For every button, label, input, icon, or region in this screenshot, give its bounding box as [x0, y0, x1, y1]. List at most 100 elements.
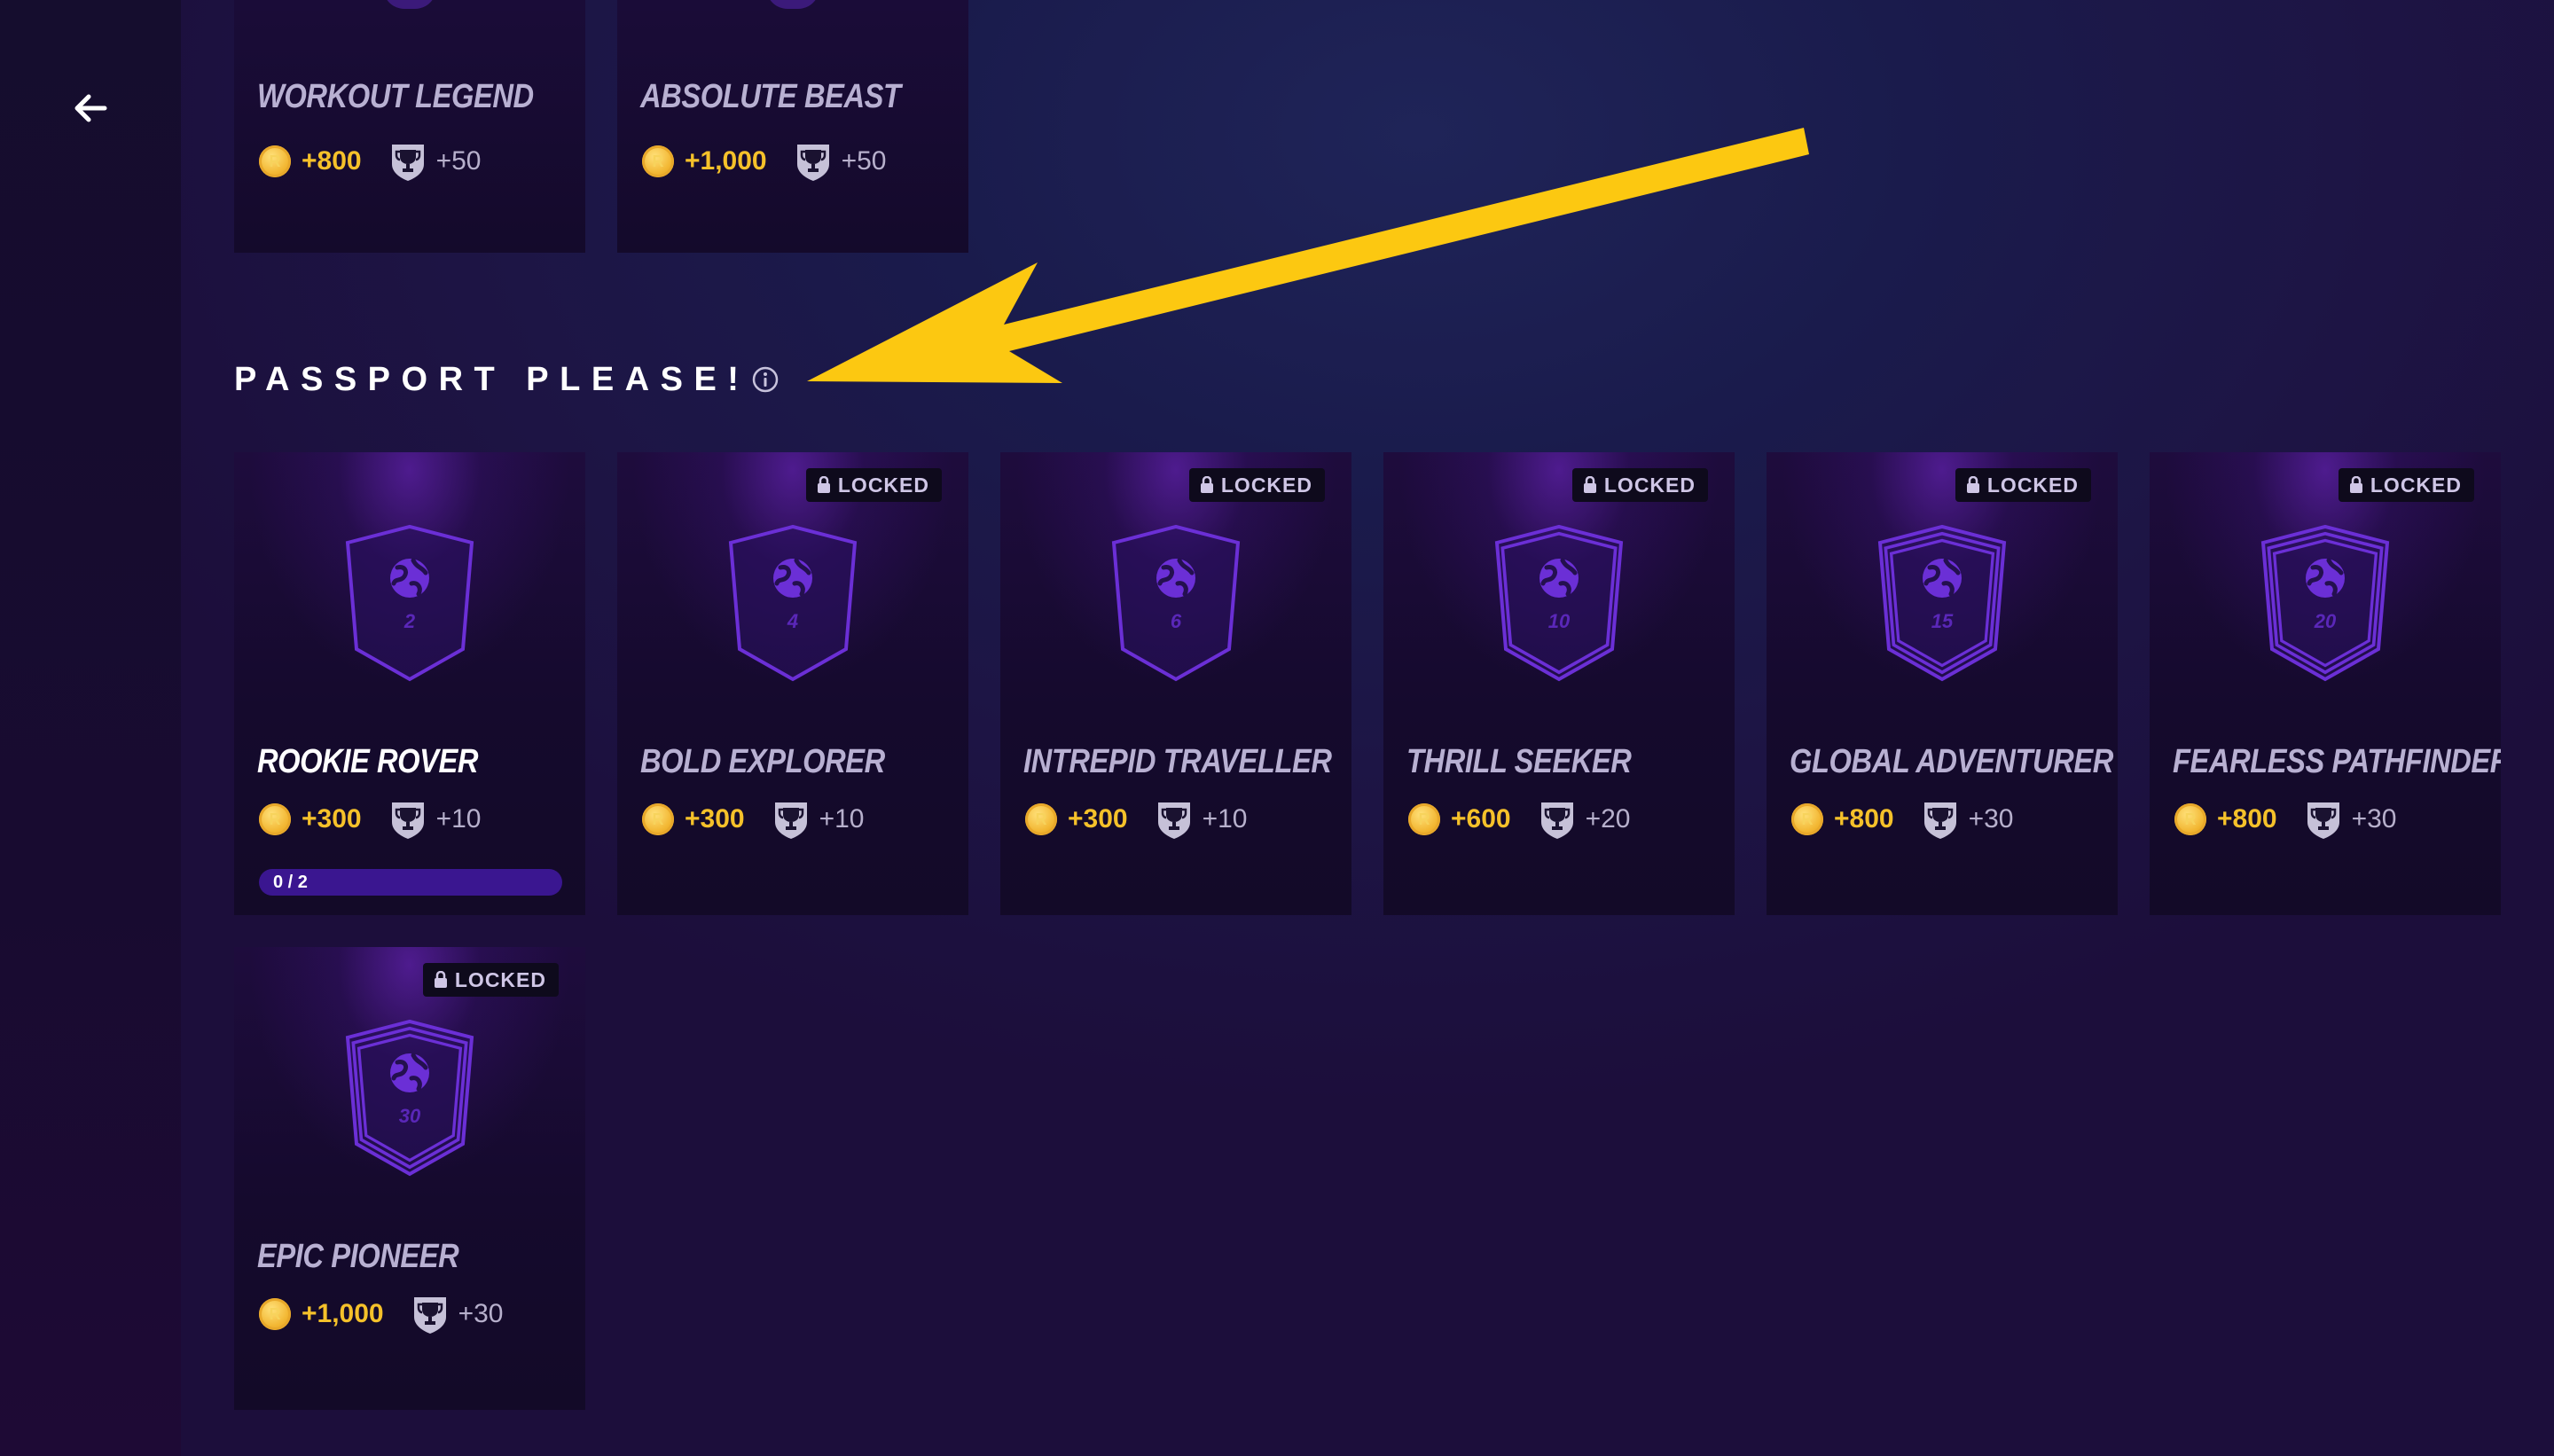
- coin-icon: R: [259, 803, 291, 835]
- coin-reward: +800: [1834, 804, 1894, 834]
- rewards: R +800 +50: [259, 140, 481, 183]
- locked-label: LOCKED: [837, 473, 929, 497]
- achievement-title: EPIC PIONEER: [257, 1238, 459, 1275]
- coin-reward: +800: [2217, 804, 2277, 834]
- locked-badge: LOCKED: [1188, 468, 1325, 502]
- coin-reward: +1,000: [685, 146, 767, 176]
- coin-reward: +300: [685, 804, 745, 834]
- locked-label: LOCKED: [1986, 473, 2079, 497]
- progress-label: 0 / 2: [273, 872, 308, 892]
- achievement-card[interactable]: 2 ROOKIE ROVER R +300 +10 0 / 2: [234, 452, 585, 915]
- achievement-card[interactable]: 20 LOCKED FEARLESS PATHFINDER R +800 +30: [2150, 452, 2501, 915]
- achievement-card[interactable]: ABSOLUTE BEAST R +1,000 +50: [617, 0, 968, 253]
- svg-text:4: 4: [787, 610, 798, 632]
- trophy-shield-icon: [1157, 802, 1190, 839]
- trophy-shield-icon: [774, 802, 807, 839]
- globe-icon: [390, 1053, 429, 1092]
- achievement-title: ABSOLUTE BEAST: [640, 78, 901, 115]
- coin-icon: R: [1791, 803, 1823, 835]
- locked-badge: LOCKED: [2338, 468, 2474, 502]
- trophy-reward: +50: [841, 146, 887, 176]
- globe-shield-badge-icon: 10: [1494, 524, 1624, 682]
- coin-icon: R: [642, 803, 674, 835]
- coin-reward: +800: [302, 146, 362, 176]
- globe-shield-badge-icon: 20: [2260, 524, 2390, 682]
- achievement-title: FEARLESS PATHFINDER: [2173, 743, 2501, 780]
- achievement-card[interactable]: 30 LOCKED EPIC PIONEER R +1,000 +30: [234, 947, 585, 1410]
- trophy-reward: +30: [458, 1299, 504, 1328]
- lock-icon: [1200, 476, 1213, 493]
- trophy-shield-icon: [796, 145, 829, 181]
- svg-text:15: 15: [1931, 610, 1954, 632]
- globe-icon: [390, 558, 429, 598]
- lock-icon: [1583, 476, 1596, 493]
- trophy-reward: +10: [819, 804, 865, 834]
- badge-icon: [766, 0, 819, 9]
- achievement-title: BOLD EXPLORER: [640, 743, 885, 780]
- locked-label: LOCKED: [454, 967, 546, 991]
- locked-label: LOCKED: [1603, 473, 1696, 497]
- trophy-shield-icon: [413, 1297, 446, 1334]
- locked-label: LOCKED: [2370, 473, 2462, 497]
- achievement-card[interactable]: 15 LOCKED GLOBAL ADVENTURER R +800 +30: [1767, 452, 2118, 915]
- rewards: R +600 +20: [1408, 798, 1630, 841]
- rewards: R +1,000 +50: [642, 140, 886, 183]
- coin-reward: +600: [1451, 804, 1511, 834]
- rewards: R +300 +10: [259, 798, 481, 841]
- locked-badge: LOCKED: [422, 963, 559, 997]
- back-button[interactable]: [64, 82, 117, 135]
- svg-text:10: 10: [1548, 610, 1571, 632]
- coin-icon: R: [259, 145, 291, 177]
- trophy-shield-icon: [1540, 802, 1573, 839]
- trophy-reward: +30: [1968, 804, 2014, 834]
- coin-icon: R: [642, 145, 674, 177]
- locked-badge: LOCKED: [1571, 468, 1708, 502]
- lock-icon: [1966, 476, 1979, 493]
- lock-icon: [434, 971, 447, 988]
- coin-icon: R: [2174, 803, 2206, 835]
- badge-icon: [383, 0, 436, 9]
- coin-icon: R: [1408, 803, 1440, 835]
- trophy-reward: +30: [2351, 804, 2397, 834]
- achievement-title: INTREPID TRAVELLER: [1023, 743, 1332, 780]
- sidebar: [0, 0, 181, 1456]
- achievement-card[interactable]: 10 LOCKED THRILL SEEKER R +600 +20: [1383, 452, 1735, 915]
- locked-label: LOCKED: [1220, 473, 1312, 497]
- achievement-card[interactable]: 4 LOCKED BOLD EXPLORER R +300 +10: [617, 452, 968, 915]
- lock-icon: [817, 476, 830, 493]
- globe-icon: [1539, 558, 1579, 598]
- globe-shield-badge-icon: 15: [1877, 524, 2007, 682]
- svg-text:6: 6: [1171, 610, 1182, 632]
- section-title: PASSPORT PLEASE!: [234, 360, 750, 398]
- locked-badge: LOCKED: [805, 468, 942, 502]
- rewards: R +300 +10: [642, 798, 864, 841]
- svg-text:30: 30: [399, 1105, 421, 1127]
- achievement-card[interactable]: 6 LOCKED INTREPID TRAVELLER R +300 +10: [1000, 452, 1351, 915]
- coin-icon: R: [1025, 803, 1057, 835]
- globe-shield-badge-icon: 2: [345, 524, 474, 682]
- globe-icon: [773, 558, 812, 598]
- locked-badge: LOCKED: [1955, 468, 2091, 502]
- trophy-reward: +10: [1202, 804, 1248, 834]
- trophy-shield-icon: [391, 802, 424, 839]
- globe-shield-badge-icon: 6: [1111, 524, 1241, 682]
- svg-text:20: 20: [2314, 610, 2337, 632]
- coin-reward: +300: [302, 804, 362, 834]
- rewards: R +800 +30: [1791, 798, 2013, 841]
- achievement-card[interactable]: WORKOUT LEGEND R +800 +50: [234, 0, 585, 253]
- globe-icon: [1923, 558, 1962, 598]
- coin-reward: +1,000: [302, 1299, 384, 1328]
- trophy-shield-icon: [391, 145, 424, 181]
- achievement-title: THRILL SEEKER: [1406, 743, 1632, 780]
- coin-icon: R: [259, 1298, 291, 1330]
- arrow-left-icon: [74, 94, 107, 122]
- globe-icon: [1156, 558, 1195, 598]
- achievement-title: ROOKIE ROVER: [257, 743, 479, 780]
- rewards: R +300 +10: [1025, 798, 1247, 841]
- globe-shield-badge-icon: 30: [345, 1019, 474, 1177]
- info-circle-icon[interactable]: [750, 364, 780, 395]
- rewards: R +1,000 +30: [259, 1293, 503, 1335]
- achievement-title: WORKOUT LEGEND: [257, 78, 534, 115]
- svg-text:2: 2: [403, 610, 416, 632]
- progress-bar: 0 / 2: [259, 869, 562, 896]
